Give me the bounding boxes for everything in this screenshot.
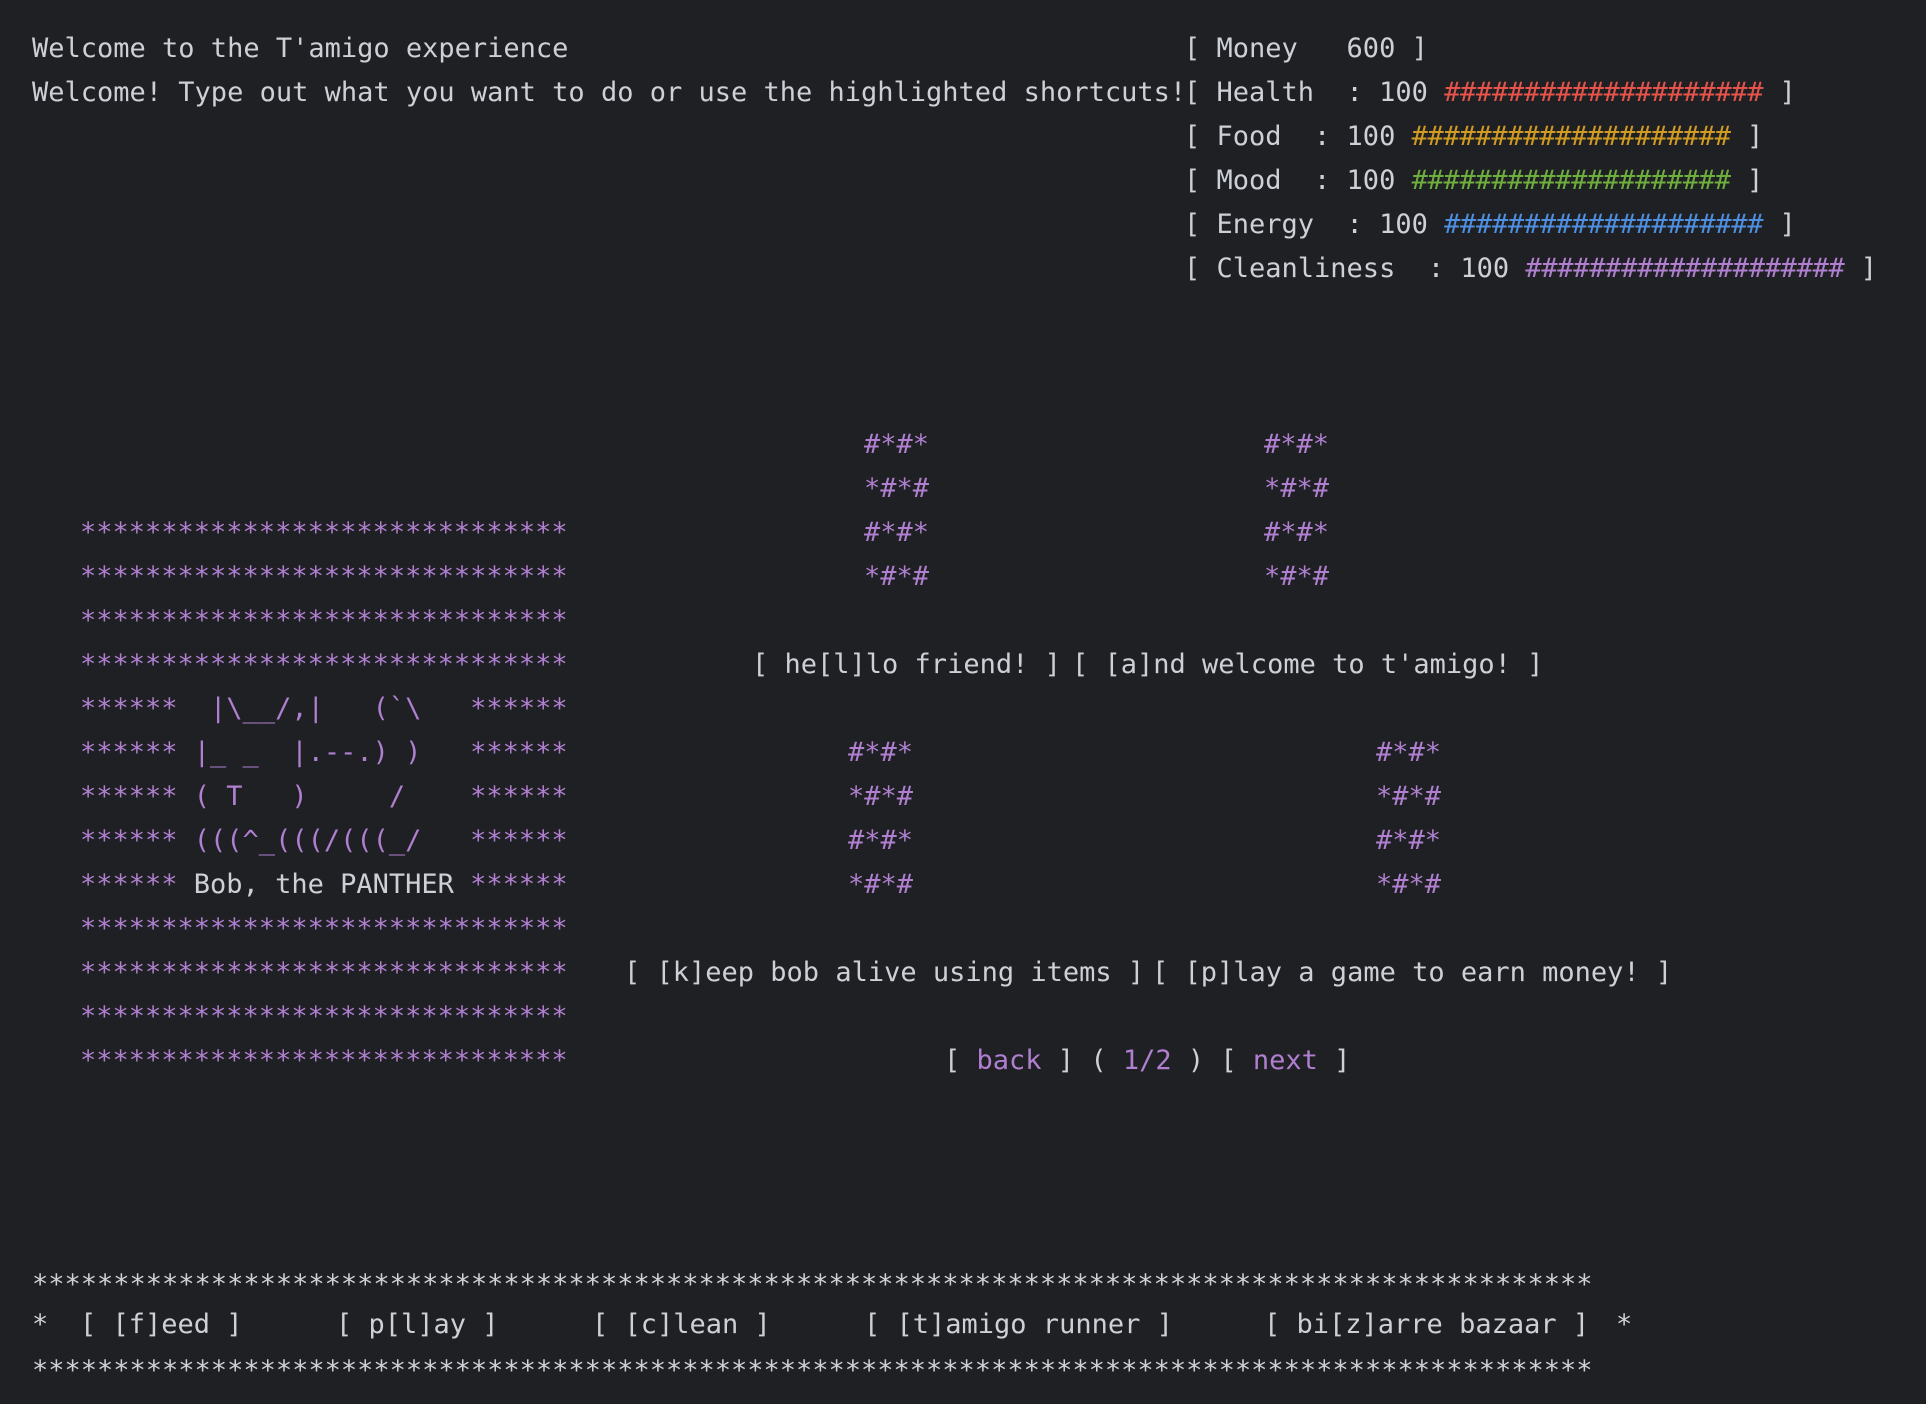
health-stat-label: [ Health : 100	[1184, 77, 1445, 108]
deco-bottom-right-3: #*#*	[1376, 825, 1442, 856]
play-game-button[interactable]: [ [p]lay a game to earn money! ]	[1152, 951, 1672, 995]
cleanliness-stat-label: [ Cleanliness : 100	[1184, 253, 1526, 284]
mood-stat-bracket: ]	[1730, 165, 1764, 196]
keep-alive-button[interactable]: [ [k]eep bob alive using items ]	[624, 951, 1144, 995]
health-bar: ####################	[1444, 77, 1764, 108]
pet-name: Bob, the PANTHER	[193, 869, 454, 900]
pet-art-line-2: ****** |_ _ |.--.) ) ******	[80, 737, 568, 768]
deco-top-right-3: #*#*	[1264, 517, 1330, 548]
pager-bracket: ]	[1317, 1045, 1351, 1076]
pet-frame-row-1: ******************************	[80, 517, 568, 548]
pet-frame-row-6: ******************************	[80, 957, 568, 988]
play-button[interactable]: [ p[l]ay ]	[336, 1303, 499, 1347]
mood-stat: [ Mood : 100 #################### ]	[1184, 159, 1763, 203]
footer-border-bottom: ****************************************…	[32, 1355, 1593, 1386]
cleanliness-bar: ####################	[1525, 253, 1845, 284]
deco-top-left-4: *#*#	[864, 561, 930, 592]
welcome-button[interactable]: [ [a]nd welcome to t'amigo! ]	[1072, 643, 1543, 687]
health-stat-bracket: ]	[1763, 77, 1796, 108]
deco-bottom-right-4: *#*#	[1376, 869, 1442, 900]
pet-name-row: ****** Bob, the PANTHER ******	[80, 863, 568, 907]
money-stat: [ Money 600 ]	[1184, 33, 1428, 64]
deco-bottom-left-4: *#*#	[848, 869, 914, 900]
mood-stat-label: [ Mood : 100	[1184, 165, 1412, 196]
energy-stat: [ Energy : 100 #################### ]	[1184, 203, 1796, 247]
pet-frame-row-3: ******************************	[80, 605, 568, 636]
pet-frame-row-7: ******************************	[80, 1001, 568, 1032]
deco-top-left-1: #*#*	[864, 429, 930, 460]
pet-art-line-1: ****** |\__/,| (`\ ******	[80, 693, 568, 724]
next-button[interactable]: next	[1253, 1045, 1318, 1076]
page-indicator: 1/2	[1122, 1045, 1172, 1076]
food-stat-label: [ Food : 100	[1184, 121, 1412, 152]
pet-frame-row-2: ******************************	[80, 561, 568, 592]
pet-art-line-4: ****** (((^_(((/(((_/ ******	[80, 825, 568, 856]
cleanliness-stat: [ Cleanliness : 100 ####################…	[1184, 247, 1877, 291]
deco-top-left-3: #*#*	[864, 517, 930, 548]
energy-bar: ####################	[1444, 209, 1764, 240]
back-button[interactable]: back	[977, 1045, 1042, 1076]
deco-top-right-4: *#*#	[1264, 561, 1330, 592]
tamigo-runner-button[interactable]: [ [t]amigo runner ]	[864, 1303, 1173, 1347]
bizarre-bazaar-button[interactable]: [ bi[z]arre bazaar ]	[1264, 1303, 1589, 1347]
pager-bracket: ) [	[1171, 1045, 1253, 1076]
deco-top-right-1: #*#*	[1264, 429, 1330, 460]
clean-button[interactable]: [ [c]lean ]	[592, 1303, 771, 1347]
welcome-title: Welcome to the T'amigo experience	[32, 33, 569, 64]
pet-frame-row-4: ******************************	[80, 649, 568, 680]
deco-top-right-2: *#*#	[1264, 473, 1330, 504]
deco-bottom-left-1: #*#*	[848, 737, 914, 768]
food-stat-bracket: ]	[1730, 121, 1764, 152]
footer-border-top: ****************************************…	[32, 1269, 1593, 1300]
food-stat: [ Food : 100 #################### ]	[1184, 115, 1763, 159]
footer-star-right: *	[1616, 1309, 1633, 1340]
pet-frame-row-5: ******************************	[80, 913, 568, 944]
pet-name-prefix: ******	[80, 869, 194, 900]
energy-stat-label: [ Energy : 100	[1184, 209, 1445, 240]
pet-name-suffix: ******	[453, 869, 568, 900]
deco-top-left-2: *#*#	[864, 473, 930, 504]
pet-frame-row-8: ******************************	[80, 1045, 568, 1076]
welcome-subtitle: Welcome! Type out what you want to do or…	[32, 77, 1187, 108]
pager: [ back ] ( 1/2 ) [ next ]	[944, 1039, 1350, 1083]
food-bar: ####################	[1411, 121, 1731, 152]
pager-bracket: ] (	[1041, 1045, 1123, 1076]
pager-bracket: [	[944, 1045, 977, 1076]
deco-bottom-right-1: #*#*	[1376, 737, 1442, 768]
deco-bottom-right-2: *#*#	[1376, 781, 1442, 812]
health-stat: [ Health : 100 #################### ]	[1184, 71, 1796, 115]
deco-bottom-left-2: *#*#	[848, 781, 914, 812]
energy-stat-bracket: ]	[1763, 209, 1796, 240]
pet-art-line-3: ****** ( T ) / ******	[80, 781, 568, 812]
mood-bar: ####################	[1411, 165, 1731, 196]
deco-bottom-left-3: #*#*	[848, 825, 914, 856]
footer-star-left: *	[32, 1309, 49, 1340]
cleanliness-stat-bracket: ]	[1844, 253, 1877, 284]
feed-button[interactable]: [ [f]eed ]	[80, 1303, 243, 1347]
hello-friend-button[interactable]: [ he[l]lo friend! ]	[752, 643, 1061, 687]
